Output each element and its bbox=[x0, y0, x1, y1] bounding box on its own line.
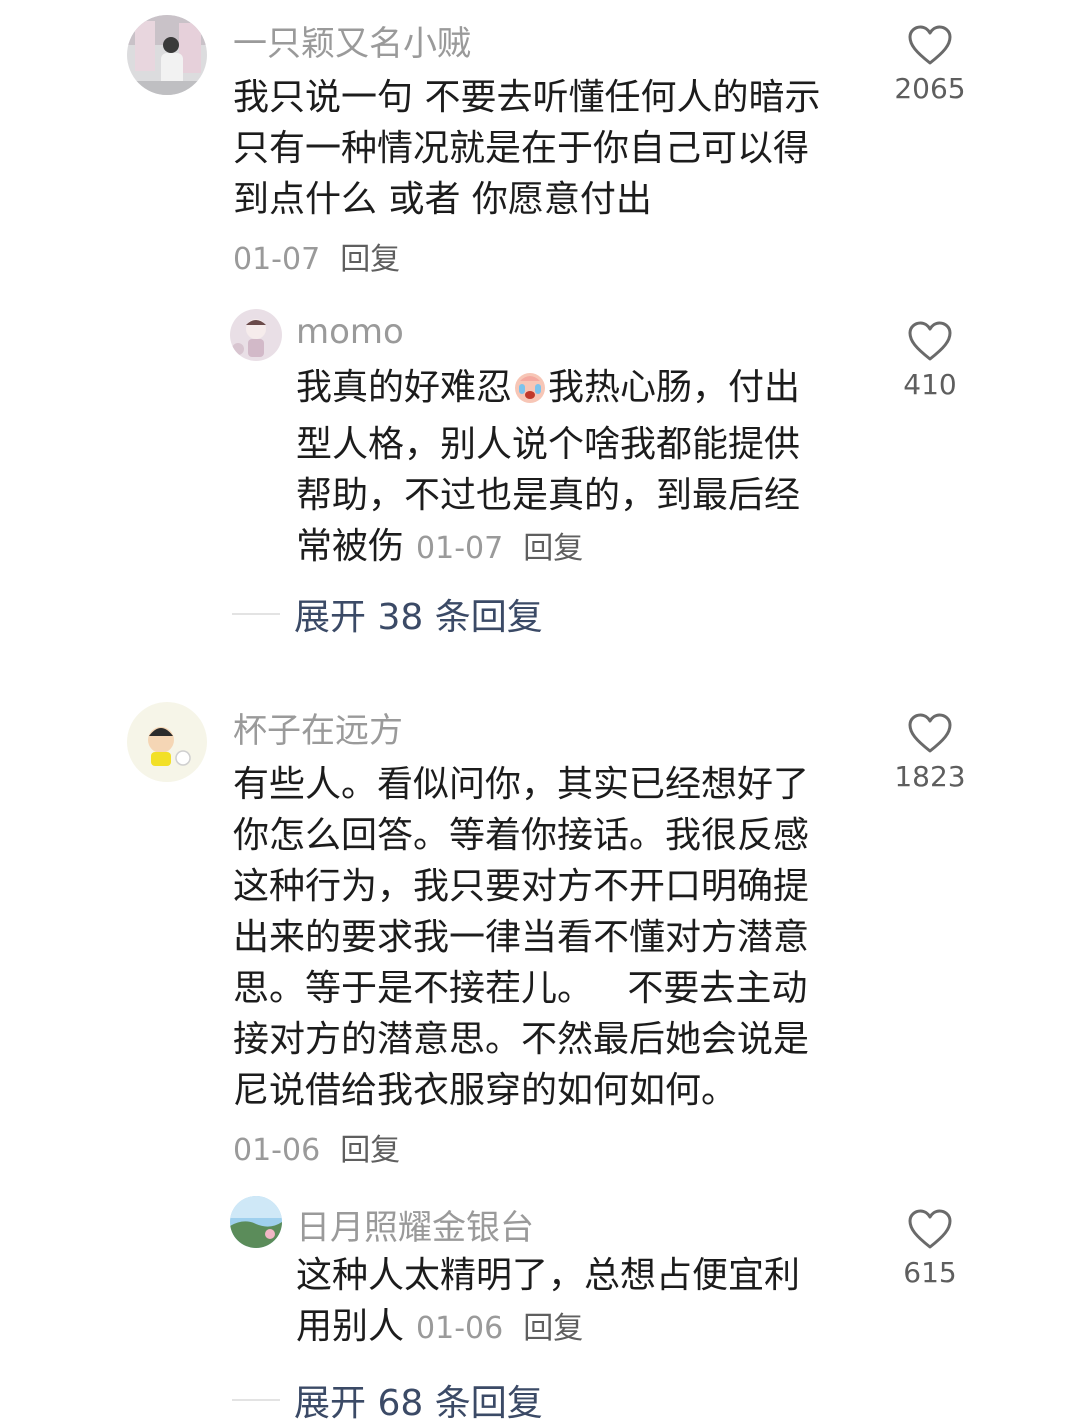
comment-date: 01-06 bbox=[233, 1133, 321, 1168]
reply-line: 帮助，不过也是真的，到最后经 bbox=[296, 475, 801, 516]
reply-line: 常被伤 01-07 回复 bbox=[296, 521, 800, 574]
comment-line: 只有一种情况就是在于你自己可以得 bbox=[233, 128, 810, 169]
reply-button[interactable]: 回复 bbox=[523, 1311, 583, 1346]
reply-line: 型人格，别人说个啥我都能提供 bbox=[296, 424, 801, 465]
reply-last-text: 常被伤 bbox=[296, 526, 405, 567]
avatar[interactable] bbox=[230, 309, 282, 361]
reply-text: 我真的好难忍 我热心肠，付出 型人格，别人说个啥我都能提供 帮助，不过也是真的，到… bbox=[296, 362, 800, 574]
reply-button[interactable]: 回复 bbox=[340, 1133, 400, 1168]
like-button[interactable]: 1823 bbox=[890, 712, 970, 793]
like-count: 410 bbox=[903, 368, 957, 401]
like-count: 2065 bbox=[894, 72, 966, 105]
username[interactable]: 杯子在远方 bbox=[233, 703, 403, 752]
expand-replies-button[interactable]: 展开 68 条回复 bbox=[232, 1374, 543, 1426]
comment-text: 有些人。看似问你，其实已经想好了 你怎么回答。等着你接话。我很反感 这种行为，我… bbox=[233, 759, 809, 1116]
comment-line: 到点什么 或者 你愿意付出 bbox=[233, 179, 652, 220]
comment-line: 尼说借给我衣服穿的如何如何。 bbox=[233, 1070, 738, 1111]
expand-replies-button[interactable]: 展开 38 条回复 bbox=[232, 588, 543, 640]
heart-icon bbox=[908, 1209, 952, 1249]
heart-icon bbox=[908, 321, 952, 361]
like-button[interactable]: 615 bbox=[890, 1208, 970, 1289]
heart-icon bbox=[908, 713, 952, 753]
reply-line: 这种人太精明了，总想占便宜利 bbox=[296, 1255, 801, 1296]
reply-line: 我真的好难忍 我热心肠，付出 bbox=[296, 362, 800, 419]
reply-line-end: 我热心肠，付出 bbox=[548, 367, 801, 408]
like-count: 1823 bbox=[894, 760, 966, 793]
reply-last-text: 用别人 bbox=[296, 1306, 405, 1347]
comment-line: 思。等于是不接茬儿。 不要去主动 bbox=[233, 968, 808, 1009]
username[interactable]: 一只颖又名小贼 bbox=[233, 16, 471, 65]
comment-meta: 01-06 回复 bbox=[233, 1125, 400, 1169]
divider-line bbox=[232, 1399, 280, 1401]
reply-line-start: 我真的好难忍 bbox=[296, 367, 513, 408]
comment-line: 出来的要求我一律当看不懂对方潜意 bbox=[233, 917, 810, 958]
expand-replies-label: 展开 38 条回复 bbox=[294, 597, 543, 638]
like-count: 615 bbox=[903, 1256, 957, 1289]
comment-line: 我只说一句 不要去听懂任何人的暗示 bbox=[233, 77, 821, 118]
comment-item: 一只颖又名小贼 我只说一句 不要去听懂任何人的暗示 只有一种情况就是在于你自己可… bbox=[0, 0, 1080, 640]
comment-line: 你怎么回答。等着你接话。我很反感 bbox=[233, 815, 810, 856]
username[interactable]: 日月照耀金银台 bbox=[296, 1200, 534, 1249]
expand-replies-label: 展开 68 条回复 bbox=[294, 1383, 543, 1424]
comment-line: 有些人。看似问你，其实已经想好了 bbox=[233, 764, 810, 805]
divider-line bbox=[232, 613, 280, 615]
comment-item: 杯子在远方 有些人。看似问你，其实已经想好了 你怎么回答。等着你接话。我很反感 … bbox=[0, 690, 1080, 1424]
reply-line: 用别人 01-06 回复 bbox=[296, 1301, 800, 1354]
heart-icon bbox=[908, 25, 952, 65]
comment-line: 接对方的潜意思。不然最后她会说是 bbox=[233, 1019, 810, 1060]
crying-face-emoji bbox=[512, 368, 548, 419]
reply-button[interactable]: 回复 bbox=[340, 242, 400, 277]
comment-meta: 01-07 回复 bbox=[233, 234, 400, 278]
like-button[interactable]: 2065 bbox=[890, 24, 970, 105]
username[interactable]: momo bbox=[296, 312, 404, 352]
reply-date: 01-06 bbox=[416, 1311, 504, 1346]
avatar[interactable] bbox=[127, 702, 207, 782]
avatar[interactable] bbox=[127, 15, 207, 95]
reply-date: 01-07 bbox=[416, 531, 504, 566]
comment-date: 01-07 bbox=[233, 242, 321, 277]
avatar[interactable] bbox=[230, 1196, 282, 1248]
reply-text: 这种人太精明了，总想占便宜利 用别人 01-06 回复 bbox=[296, 1250, 800, 1354]
reply-button[interactable]: 回复 bbox=[523, 531, 583, 566]
comment-line: 这种行为，我只要对方不开口明确提 bbox=[233, 866, 810, 907]
comment-text: 我只说一句 不要去听懂任何人的暗示 只有一种情况就是在于你自己可以得 到点什么 … bbox=[233, 72, 820, 225]
like-button[interactable]: 410 bbox=[890, 320, 970, 401]
